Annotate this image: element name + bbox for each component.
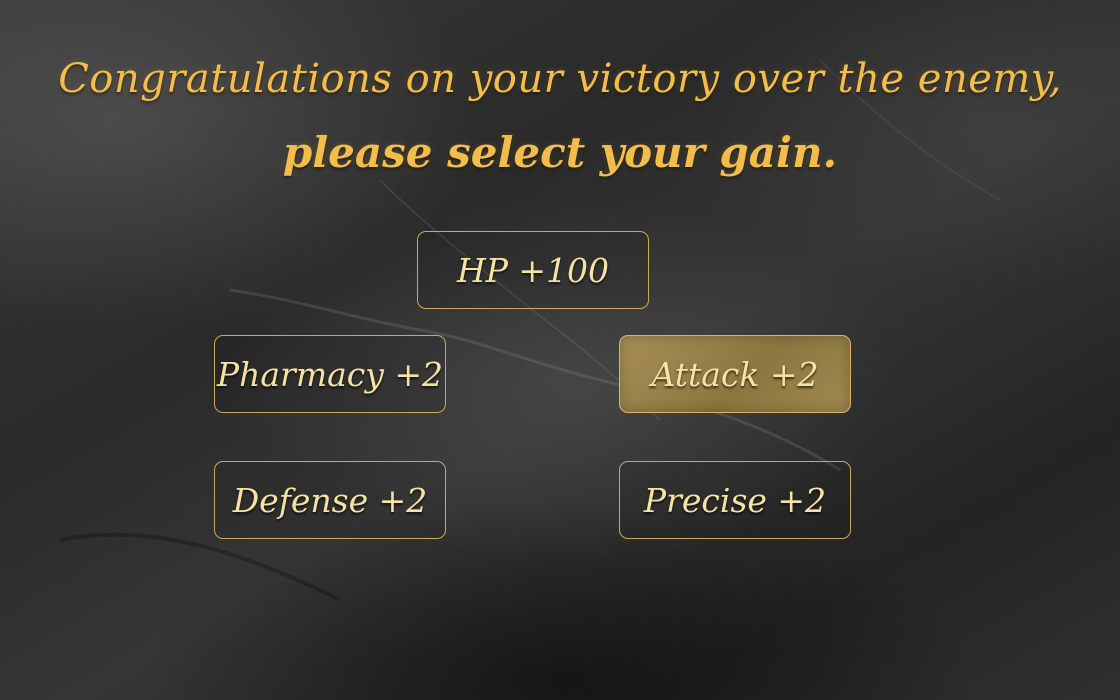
attack-option-label: Attack +2 bbox=[651, 354, 819, 394]
title-line-2: please select your gain. bbox=[282, 128, 838, 177]
defense-option-label: Defense +2 bbox=[232, 480, 428, 520]
title-line-1: Congratulations on your victory over the… bbox=[58, 56, 1062, 102]
precise-option-label: Precise +2 bbox=[643, 480, 827, 520]
defense-option-button[interactable]: Defense +2 bbox=[214, 461, 446, 539]
hp-option-button[interactable]: HP +100 bbox=[417, 231, 649, 309]
attack-option-button[interactable]: Attack +2 bbox=[619, 335, 851, 413]
precise-option-button[interactable]: Precise +2 bbox=[619, 461, 851, 539]
hp-option-label: HP +100 bbox=[456, 250, 610, 290]
pharmacy-option-button[interactable]: Pharmacy +2 bbox=[214, 335, 446, 413]
pharmacy-option-label: Pharmacy +2 bbox=[216, 354, 444, 394]
stone-texture bbox=[59, 59, 1001, 602]
